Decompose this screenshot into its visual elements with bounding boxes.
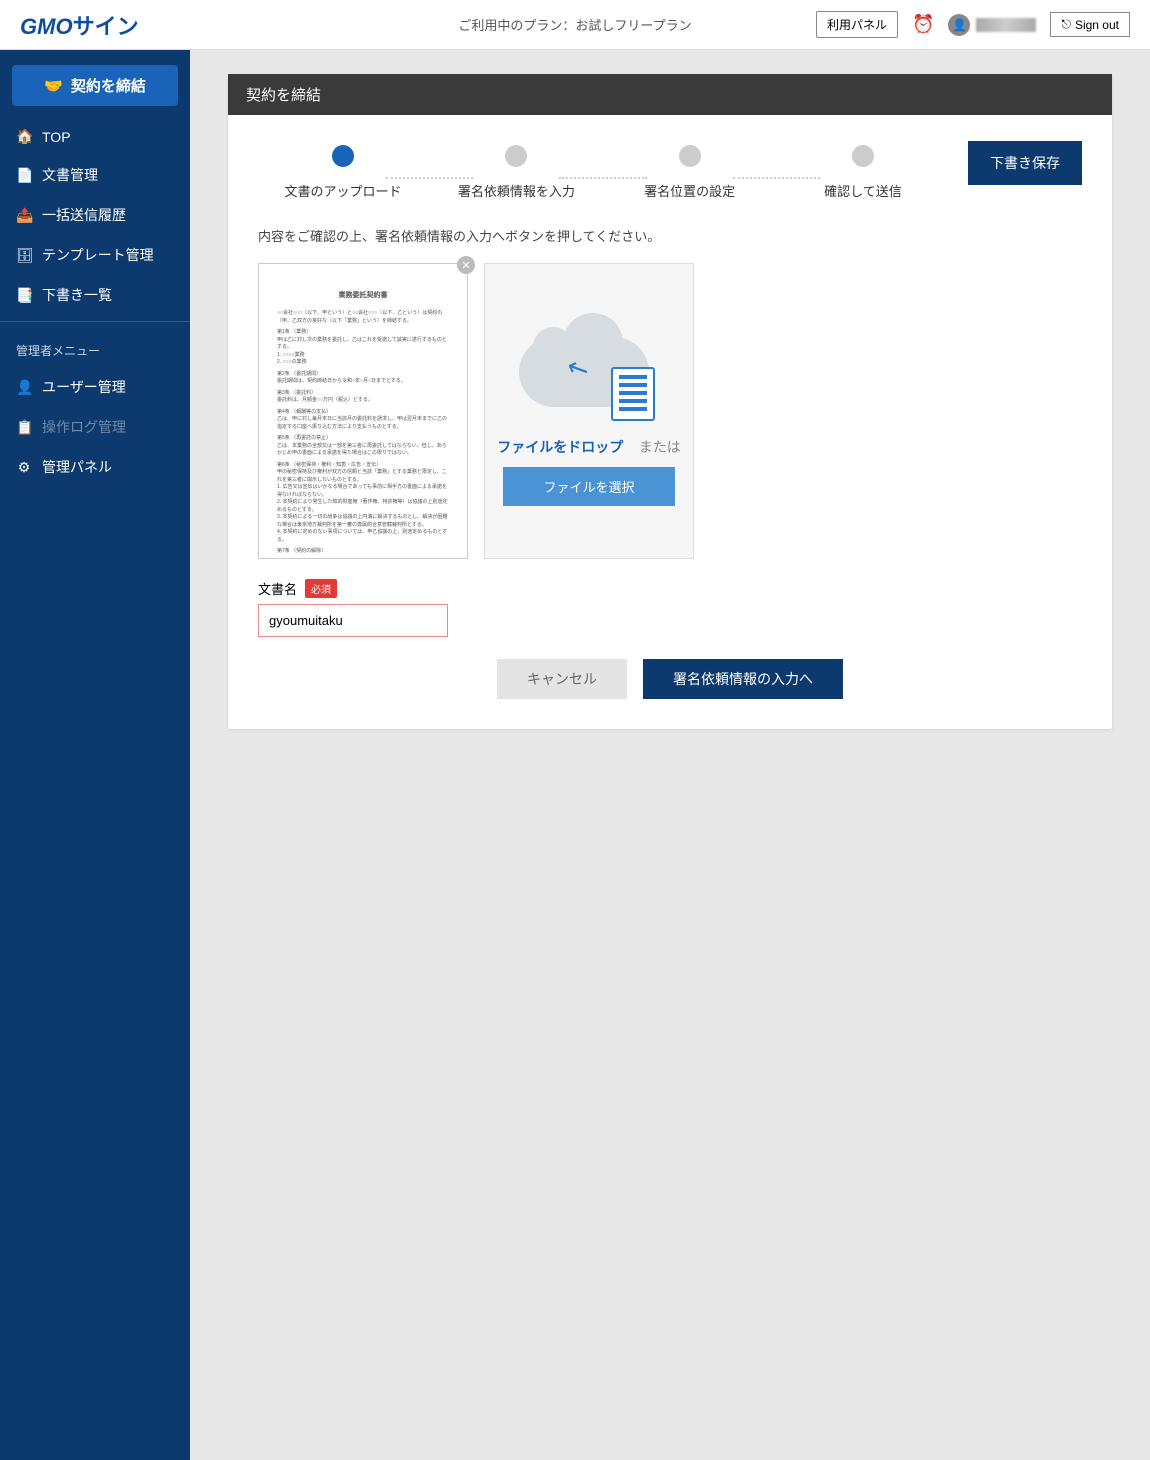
step-dot-icon <box>679 145 701 167</box>
sidebar-item-label: テンプレート管理 <box>42 245 154 265</box>
avatar-icon: 👤 <box>948 14 970 36</box>
file-select-button[interactable]: ファイルを選択 <box>503 467 674 506</box>
document-name-input[interactable] <box>258 604 448 637</box>
sidebar-item-templates[interactable]: 🗄 テンプレート管理 <box>0 235 190 275</box>
drop-text: ファイルをドロップ または <box>497 437 681 457</box>
instruction-text: 内容をご確認の上、署名依頼情報の入力へボタンを押してください。 <box>258 226 1082 245</box>
sidebar-item-documents[interactable]: 📄 文書管理 <box>0 155 190 195</box>
cloud-upload-icon: ↖ <box>519 317 659 427</box>
preview-doc-title: 業務委託契約書 <box>277 290 449 300</box>
panel-title: 契約を締結 <box>228 74 1112 115</box>
logo[interactable]: GMOサイン <box>20 11 139 39</box>
user-name <box>976 18 1036 32</box>
next-button[interactable]: 署名依頼情報の入力へ <box>643 659 843 699</box>
step-upload: 文書のアップロード <box>278 145 408 200</box>
step-confirm-send: 確認して送信 <box>798 145 928 200</box>
sidebar-item-logs: 📋 操作ログ管理 <box>0 407 190 447</box>
sidebar-item-label: 管理パネル <box>42 457 112 477</box>
cancel-button[interactable]: キャンセル <box>497 659 627 699</box>
step-sign-position: 署名位置の設定 <box>625 145 755 200</box>
remove-document-button[interactable]: ✕ <box>457 256 475 274</box>
alarm-icon[interactable]: ⏰ <box>912 14 934 35</box>
sidebar-item-users[interactable]: 👤 ユーザー管理 <box>0 367 190 407</box>
step-dot-icon <box>332 145 354 167</box>
header: GMOサイン ご利用中のプラン：お試しフリープラン 利用パネル ⏰ 👤 ⎋ Si… <box>0 0 1150 50</box>
create-contract-button[interactable]: 🤝 契約を締結 <box>12 65 178 106</box>
sidebar-item-label: 操作ログ管理 <box>42 417 126 437</box>
signout-button[interactable]: ⎋ Sign out <box>1050 12 1130 37</box>
draft-icon: 📑 <box>16 287 32 304</box>
sidebar-item-top[interactable]: 🏠 TOP <box>0 118 190 155</box>
handshake-icon: 🤝 <box>44 77 63 95</box>
user-icon: 👤 <box>16 379 32 396</box>
stepper: 文書のアップロード 署名依頼情報を入力 署名位置の設定 <box>258 133 948 200</box>
contract-panel: 契約を締結 文書のアップロード 署名依頼情報を入力 <box>228 74 1112 729</box>
save-draft-button[interactable]: 下書き保存 <box>968 141 1082 185</box>
document-name-label: 文書名 <box>258 579 297 598</box>
gear-icon: ⚙ <box>16 459 32 476</box>
sidebar: 🤝 契約を締結 🏠 TOP 📄 文書管理 📤 一括送信履歴 🗄 テンプレート管理… <box>0 50 190 1460</box>
step-signer-info: 署名依頼情報を入力 <box>451 145 581 200</box>
sidebar-item-label: 一括送信履歴 <box>42 205 126 225</box>
sidebar-item-bulk-history[interactable]: 📤 一括送信履歴 <box>0 195 190 235</box>
file-dropzone[interactable]: ↖ ファイルをドロップ または ファイルを選択 <box>484 263 694 559</box>
send-icon: 📤 <box>16 207 32 224</box>
step-dot-icon <box>505 145 527 167</box>
plan-text: ご利用中のプラン：お試しフリープラン <box>458 15 691 34</box>
usage-panel-button[interactable]: 利用パネル <box>816 11 898 38</box>
template-icon: 🗄 <box>16 247 32 264</box>
sidebar-item-label: 下書き一覧 <box>42 285 112 305</box>
home-icon: 🏠 <box>16 128 32 145</box>
signout-icon: ⎋ <box>1061 17 1071 32</box>
user-menu[interactable]: 👤 <box>948 14 1036 36</box>
sidebar-item-drafts[interactable]: 📑 下書き一覧 <box>0 275 190 315</box>
main-content: 契約を締結 文書のアップロード 署名依頼情報を入力 <box>190 50 1150 1460</box>
document-icon: 📄 <box>16 167 32 184</box>
sidebar-item-label: ユーザー管理 <box>42 377 126 397</box>
sidebar-admin-header: 管理者メニュー <box>0 328 190 367</box>
log-icon: 📋 <box>16 419 32 436</box>
required-badge: 必須 <box>305 579 337 598</box>
step-dot-icon <box>852 145 874 167</box>
document-preview[interactable]: ✕ 業務委託契約書 ○○会社○○○（以下、甲という）と○○会社○○○（以下、乙と… <box>258 263 468 559</box>
close-icon: ✕ <box>461 259 470 272</box>
sidebar-item-admin-panel[interactable]: ⚙ 管理パネル <box>0 447 190 487</box>
sidebar-item-label: 文書管理 <box>42 165 98 185</box>
sidebar-item-label: TOP <box>42 129 71 145</box>
